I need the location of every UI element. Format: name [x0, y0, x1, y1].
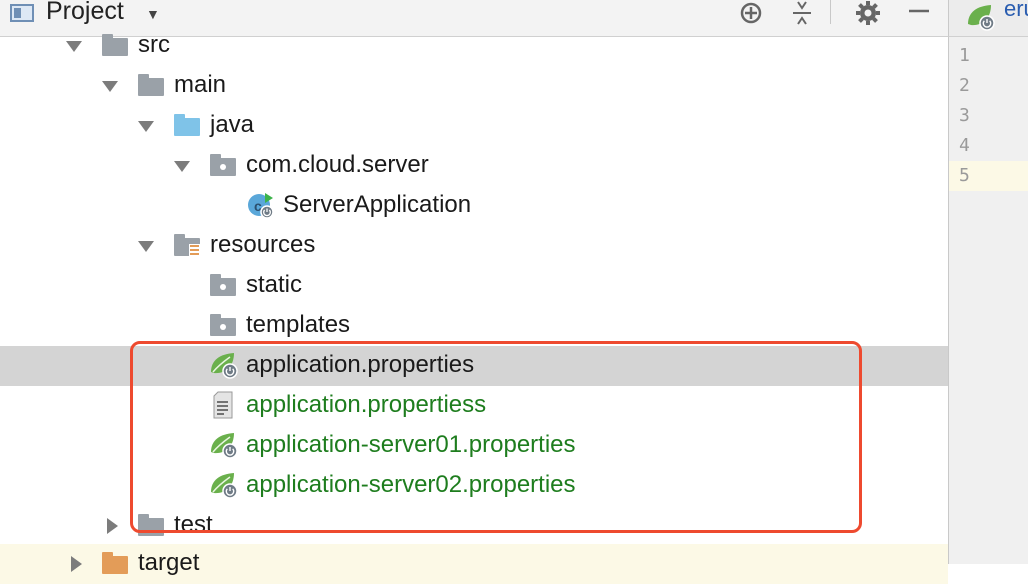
expand-arrow-icon[interactable] [174, 158, 190, 174]
folder-icon [210, 273, 236, 297]
tree-label: resources [210, 231, 316, 258]
tree-row-templates[interactable]: templates [0, 306, 948, 346]
tree-row-resources[interactable]: resources [0, 226, 948, 266]
folder-icon [102, 33, 128, 57]
tree-label: target [138, 549, 200, 576]
tree-row-java[interactable]: java [0, 106, 948, 146]
collapse-arrow-icon[interactable] [68, 556, 84, 572]
expand-arrow-icon[interactable] [66, 38, 82, 54]
annotation-highlight-box [130, 341, 862, 533]
tree-row-main[interactable]: main [0, 66, 948, 106]
panel-title[interactable]: Project [46, 0, 124, 26]
editor-gutter: 1 2 3 4 5 [948, 37, 1028, 564]
tree-row-static[interactable]: static [0, 266, 948, 306]
expand-arrow-icon[interactable] [138, 238, 154, 254]
resources-folder-icon [174, 233, 200, 258]
tree-row-package[interactable]: com.cloud.server [0, 146, 948, 186]
tree-label: templates [246, 311, 351, 338]
tree-label: static [246, 271, 303, 298]
gear-icon[interactable] [853, 0, 883, 26]
collapse-all-icon[interactable] [787, 0, 817, 26]
line-number-current: 5 [949, 161, 1028, 191]
package-icon [210, 153, 236, 177]
tree-label: main [174, 71, 227, 98]
line-number: 1 [959, 45, 970, 66]
collapse-arrow-icon[interactable] [104, 518, 120, 534]
tree-label: java [210, 111, 255, 138]
folder-icon [138, 73, 164, 97]
tree-label: ServerApplication [283, 191, 472, 218]
minimize-icon[interactable] [904, 0, 934, 26]
spring-boot-class-icon: c [246, 191, 274, 219]
folder-icon [210, 313, 236, 337]
view-dropdown-icon[interactable]: ▼ [146, 6, 160, 22]
excluded-folder-icon [102, 551, 128, 575]
expand-arrow-icon[interactable] [102, 78, 118, 94]
spring-properties-icon [965, 2, 997, 37]
tree-row-server-application[interactable]: c ServerApplication [0, 186, 948, 226]
tree-label: src [138, 31, 170, 58]
line-number: 2 [959, 75, 970, 96]
line-number: 3 [959, 105, 970, 126]
line-number: 4 [959, 135, 970, 156]
tree-label: com.cloud.server [246, 151, 429, 178]
expand-arrow-icon[interactable] [138, 118, 154, 134]
toolbar-separator [830, 0, 831, 24]
locate-target-icon[interactable] [736, 0, 766, 26]
tree-row-src[interactable]: src [0, 26, 948, 66]
editor-tab[interactable]: eru [1004, 0, 1028, 22]
tree-row-target[interactable]: target [0, 544, 948, 584]
source-folder-icon [174, 113, 200, 137]
project-view-icon [10, 4, 34, 22]
